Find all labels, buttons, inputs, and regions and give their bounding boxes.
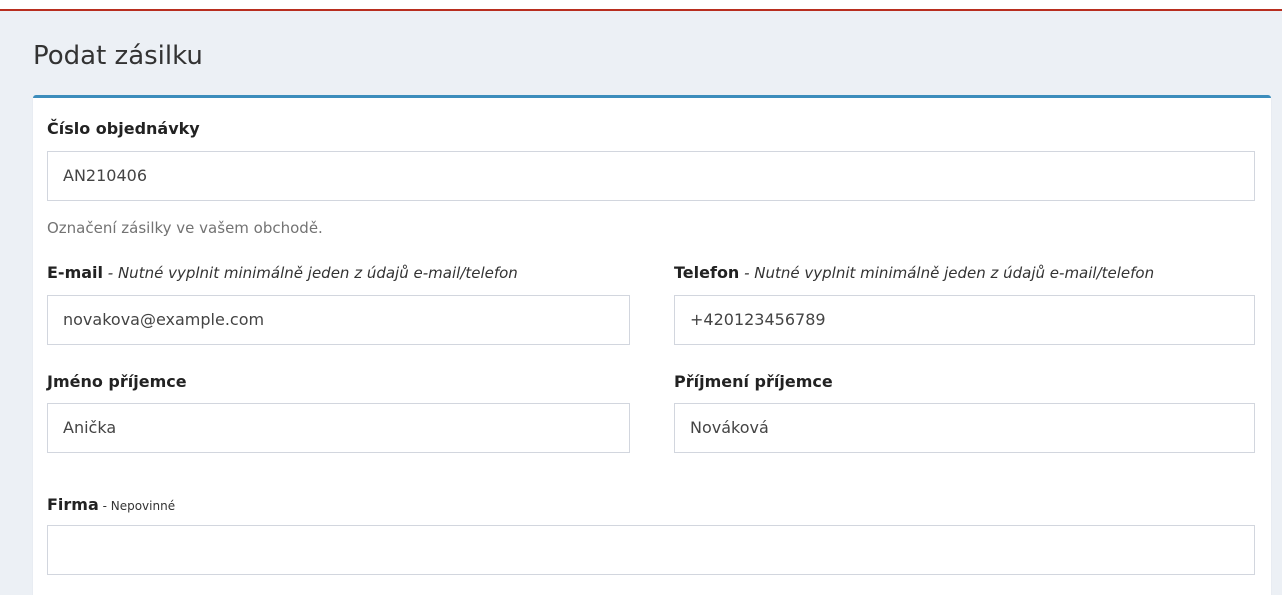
order-number-label-text: Číslo objednávky [47,119,200,138]
order-number-label: Číslo objednávky [47,119,200,139]
company-label-text: Firma [47,495,99,514]
phone-label: Telefon - Nutné vyplnit minimálně jeden … [674,263,1154,283]
phone-label-text: Telefon [674,263,740,282]
first-name-label-text: Jméno příjemce [47,372,187,391]
last-name-label: Příjmení příjemce [674,372,833,392]
order-number-help: Označení zásilky ve vašem obchodě. [47,219,323,237]
email-label-hint: - Nutné vyplnit minimálně jeden z údajů … [103,264,518,282]
page-title: Podat zásilku [33,41,203,71]
company-label: Firma - Nepovinné [47,495,175,516]
company-input[interactable] [47,525,1255,575]
email-input[interactable]: novakova@example.com [47,295,630,345]
first-name-label: Jméno příjemce [47,372,187,392]
first-name-input[interactable]: Anička [47,403,630,453]
order-number-input[interactable]: AN210406 [47,151,1255,201]
top-bar-line [0,0,1282,11]
phone-label-hint: - Nutné vyplnit minimálně jeden z údajů … [739,264,1155,282]
last-name-label-text: Příjmení příjemce [674,372,833,391]
company-label-hint: - Nepovinné [98,499,176,513]
email-label: E-mail - Nutné vyplnit minimálně jeden z… [47,263,518,283]
last-name-input[interactable]: Nováková [674,403,1255,453]
phone-input[interactable]: +420123456789 [674,295,1255,345]
email-label-text: E-mail [47,263,104,282]
